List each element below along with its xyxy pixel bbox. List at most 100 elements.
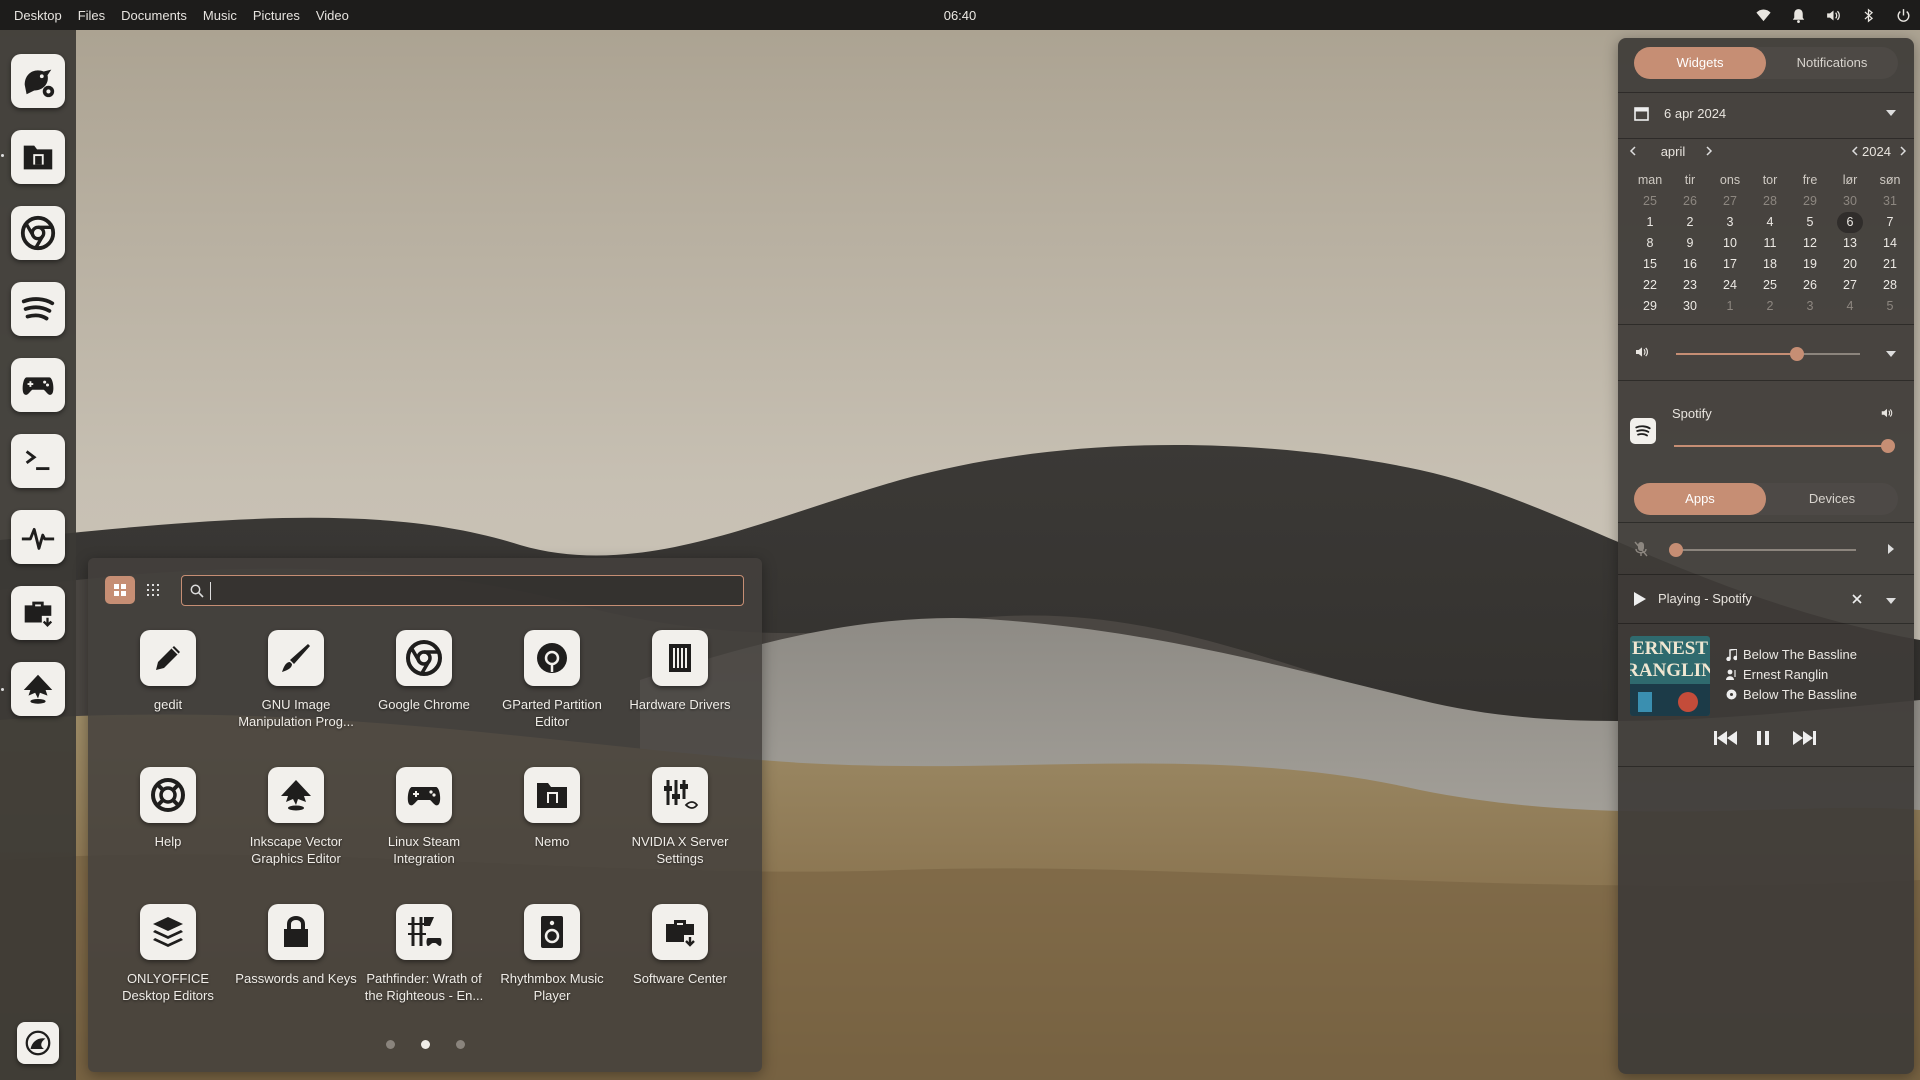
app-onlyoffice[interactable]: ONLYOFFICE Desktop Editors bbox=[104, 904, 232, 1034]
calendar-day[interactable]: 30 bbox=[1670, 299, 1710, 313]
page-indicator-1[interactable] bbox=[386, 1040, 395, 1049]
previous-track-button[interactable] bbox=[1714, 730, 1738, 746]
next-track-button[interactable] bbox=[1792, 730, 1816, 746]
calendar-day[interactable]: 1 bbox=[1630, 215, 1670, 229]
tab-widgets[interactable]: Widgets bbox=[1634, 47, 1766, 79]
calendar-day[interactable]: 16 bbox=[1670, 257, 1710, 271]
calendar-day[interactable]: 27 bbox=[1710, 194, 1750, 208]
calendar-day-today[interactable]: 6 bbox=[1830, 211, 1870, 233]
app-pathfinder[interactable]: Pathfinder: Wrath of the Righteous - En.… bbox=[360, 904, 488, 1034]
tab-notifications[interactable]: Notifications bbox=[1766, 47, 1898, 79]
menu-video[interactable]: Video bbox=[308, 8, 357, 23]
expand-sound-button[interactable] bbox=[1886, 351, 1896, 357]
app-gedit[interactable]: gedit bbox=[104, 630, 232, 760]
dock-chrome[interactable] bbox=[11, 206, 65, 260]
next-year-button[interactable] bbox=[1898, 146, 1908, 156]
slider-knob[interactable] bbox=[1881, 439, 1895, 453]
dock-app-menu[interactable] bbox=[17, 1022, 59, 1064]
app-passwords-and-keys[interactable]: Passwords and Keys bbox=[232, 904, 360, 1034]
calendar-day[interactable]: 22 bbox=[1630, 278, 1670, 292]
calendar-day[interactable]: 5 bbox=[1790, 215, 1830, 229]
calendar-day[interactable]: 5 bbox=[1870, 299, 1910, 313]
pause-button[interactable] bbox=[1757, 730, 1769, 746]
mic-muted-icon[interactable] bbox=[1634, 541, 1648, 557]
calendar-day[interactable]: 26 bbox=[1670, 194, 1710, 208]
dock-system-monitor[interactable] bbox=[11, 510, 65, 564]
collapse-calendar-button[interactable] bbox=[1886, 110, 1896, 116]
calendar-day[interactable]: 27 bbox=[1830, 278, 1870, 292]
calendar-day[interactable]: 28 bbox=[1870, 278, 1910, 292]
power-icon[interactable] bbox=[1895, 7, 1912, 24]
calendar-day[interactable]: 3 bbox=[1710, 215, 1750, 229]
calendar-day[interactable]: 12 bbox=[1790, 236, 1830, 250]
slider-knob[interactable] bbox=[1669, 543, 1683, 557]
calendar-day[interactable]: 11 bbox=[1750, 236, 1790, 250]
menu-pictures[interactable]: Pictures bbox=[245, 8, 308, 23]
app-nvidia-settings[interactable]: NVIDIA X Server Settings bbox=[616, 767, 744, 897]
calendar-day[interactable]: 30 bbox=[1830, 194, 1870, 208]
calendar-day[interactable]: 25 bbox=[1630, 194, 1670, 208]
slider-knob[interactable] bbox=[1790, 347, 1804, 361]
calendar-day[interactable]: 18 bbox=[1750, 257, 1790, 271]
calendar-day[interactable]: 26 bbox=[1790, 278, 1830, 292]
close-player-button[interactable] bbox=[1852, 594, 1862, 604]
calendar-day[interactable]: 23 bbox=[1670, 278, 1710, 292]
calendar-day[interactable]: 25 bbox=[1750, 278, 1790, 292]
dock-games[interactable] bbox=[11, 358, 65, 412]
app-hardware-drivers[interactable]: Hardware Drivers bbox=[616, 630, 744, 760]
search-input[interactable] bbox=[210, 581, 730, 600]
menu-files[interactable]: Files bbox=[70, 8, 113, 23]
prev-year-button[interactable] bbox=[1850, 146, 1860, 156]
app-nemo[interactable]: Nemo bbox=[488, 767, 616, 897]
dock-terminal[interactable] bbox=[11, 434, 65, 488]
search-field[interactable] bbox=[181, 575, 744, 606]
calendar-day[interactable]: 13 bbox=[1830, 236, 1870, 250]
collapse-player-button[interactable] bbox=[1886, 598, 1896, 604]
app-gimp[interactable]: GNU Image Manipulation Prog... bbox=[232, 630, 360, 760]
page-indicator-3[interactable] bbox=[456, 1040, 465, 1049]
dock-software-center[interactable] bbox=[11, 586, 65, 640]
calendar-day[interactable]: 9 bbox=[1670, 236, 1710, 250]
calendar-day[interactable]: 10 bbox=[1710, 236, 1750, 250]
menu-desktop[interactable]: Desktop bbox=[6, 8, 70, 23]
app-google-chrome[interactable]: Google Chrome bbox=[360, 630, 488, 760]
tab-devices[interactable]: Devices bbox=[1766, 483, 1898, 515]
volume-icon[interactable] bbox=[1634, 344, 1650, 360]
dock-spotify[interactable] bbox=[11, 282, 65, 336]
volume-icon[interactable] bbox=[1825, 7, 1842, 24]
menu-documents[interactable]: Documents bbox=[113, 8, 195, 23]
calendar-day[interactable]: 4 bbox=[1750, 215, 1790, 229]
calendar-day[interactable]: 21 bbox=[1870, 257, 1910, 271]
page-indicator-2[interactable] bbox=[421, 1040, 430, 1049]
calendar-day[interactable]: 3 bbox=[1790, 299, 1830, 313]
next-month-button[interactable] bbox=[1704, 146, 1714, 156]
calendar-day[interactable]: 20 bbox=[1830, 257, 1870, 271]
calendar-day[interactable]: 1 bbox=[1710, 299, 1750, 313]
calendar-day[interactable]: 15 bbox=[1630, 257, 1670, 271]
dock-budgie-settings[interactable] bbox=[11, 54, 65, 108]
calendar-day[interactable]: 31 bbox=[1870, 194, 1910, 208]
dock-inkscape[interactable] bbox=[11, 662, 65, 716]
calendar-day[interactable]: 4 bbox=[1830, 299, 1870, 313]
calendar-day[interactable]: 29 bbox=[1630, 299, 1670, 313]
prev-month-button[interactable] bbox=[1628, 146, 1638, 156]
calendar-day[interactable]: 8 bbox=[1630, 236, 1670, 250]
calendar-day[interactable]: 7 bbox=[1870, 215, 1910, 229]
app-help[interactable]: Help bbox=[104, 767, 232, 897]
bell-icon[interactable] bbox=[1790, 7, 1807, 24]
grid-view-button[interactable] bbox=[105, 576, 135, 604]
tab-apps[interactable]: Apps bbox=[1634, 483, 1766, 515]
play-icon[interactable] bbox=[1634, 592, 1646, 606]
dock-files[interactable] bbox=[11, 130, 65, 184]
calendar-day[interactable]: 19 bbox=[1790, 257, 1830, 271]
calendar-day[interactable]: 14 bbox=[1870, 236, 1910, 250]
bluetooth-icon[interactable] bbox=[1860, 7, 1877, 24]
calendar-day[interactable]: 17 bbox=[1710, 257, 1750, 271]
app-software-center[interactable]: Software Center bbox=[616, 904, 744, 1034]
menu-music[interactable]: Music bbox=[195, 8, 245, 23]
calendar-day[interactable]: 2 bbox=[1670, 215, 1710, 229]
category-view-button[interactable] bbox=[138, 576, 168, 604]
wifi-icon[interactable] bbox=[1755, 7, 1772, 24]
calendar-day[interactable]: 2 bbox=[1750, 299, 1790, 313]
mic-expand-button[interactable] bbox=[1888, 544, 1894, 554]
